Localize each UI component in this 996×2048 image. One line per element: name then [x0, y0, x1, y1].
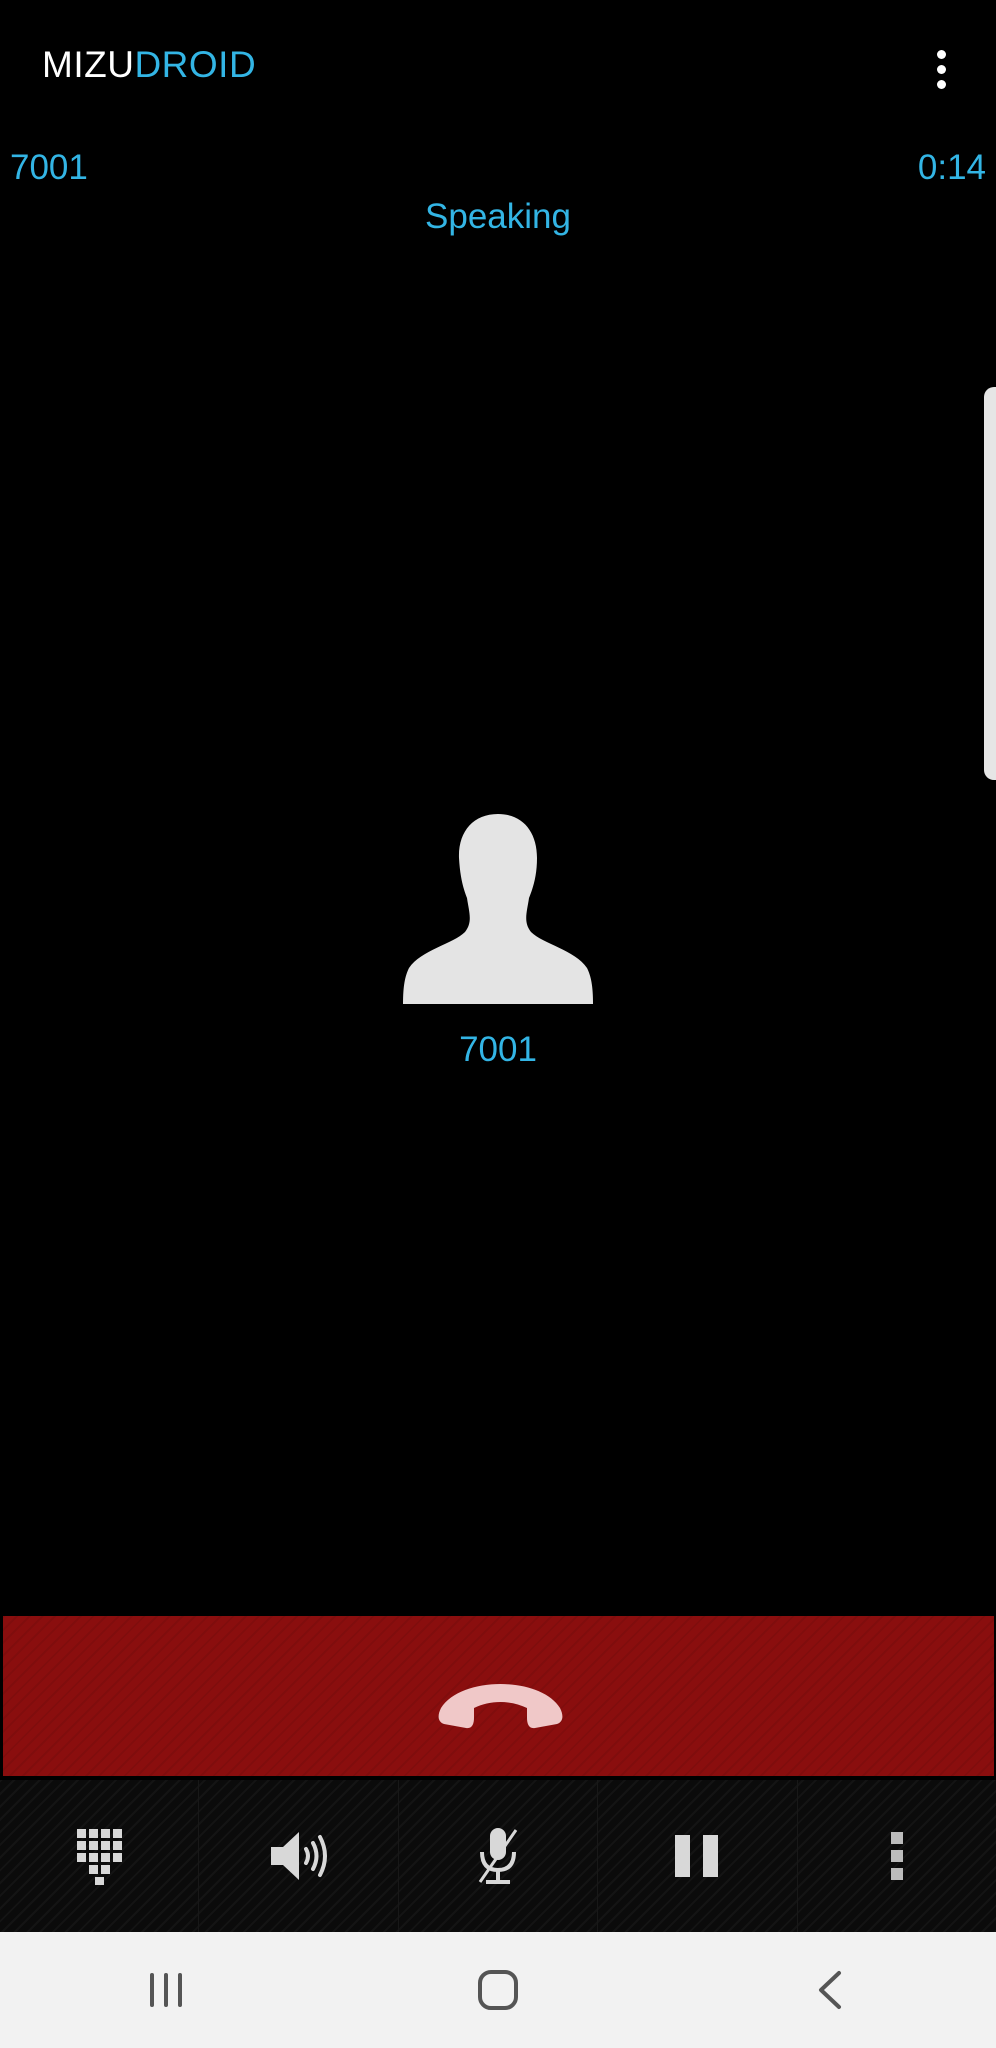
more-vertical-icon	[890, 1832, 903, 1880]
side-scroll-handle[interactable]	[984, 387, 996, 780]
speaker-button[interactable]	[198, 1780, 397, 1932]
call-info: 7001 0:14 Speaking	[0, 140, 996, 250]
system-nav-bar	[0, 1932, 996, 2048]
speaker-icon	[270, 1832, 327, 1880]
call-status: Speaking	[425, 197, 571, 236]
call-toolbar	[0, 1780, 996, 1932]
app-title-part2: DROID	[134, 44, 257, 85]
call-timer: 0:14	[917, 148, 986, 187]
caller-number: 7001	[10, 148, 88, 187]
contact-name: 7001	[459, 1030, 537, 1069]
dialpad-icon	[77, 1829, 123, 1885]
dialpad-button[interactable]	[0, 1780, 198, 1932]
recent-apps-icon	[150, 1973, 182, 2007]
overflow-menu-icon[interactable]	[922, 44, 962, 94]
hangup-button[interactable]	[3, 1616, 994, 1776]
more-options-button[interactable]	[796, 1780, 996, 1932]
hold-button[interactable]	[597, 1780, 796, 1932]
app-title: MIZUDROID	[42, 44, 256, 86]
recent-apps-button[interactable]	[0, 1932, 332, 2048]
app-title-part1: MIZU	[42, 44, 135, 85]
contact-avatar-icon	[403, 814, 593, 1004]
back-button[interactable]	[664, 1932, 996, 2048]
back-icon	[819, 1971, 841, 2009]
home-button[interactable]	[332, 1932, 664, 2048]
hangup-phone-icon	[438, 1684, 563, 1729]
home-icon	[478, 1970, 518, 2010]
mute-button[interactable]	[397, 1780, 597, 1932]
pause-icon	[675, 1835, 719, 1877]
microphone-icon	[478, 1828, 518, 1884]
app-bar: MIZUDROID	[0, 0, 996, 140]
